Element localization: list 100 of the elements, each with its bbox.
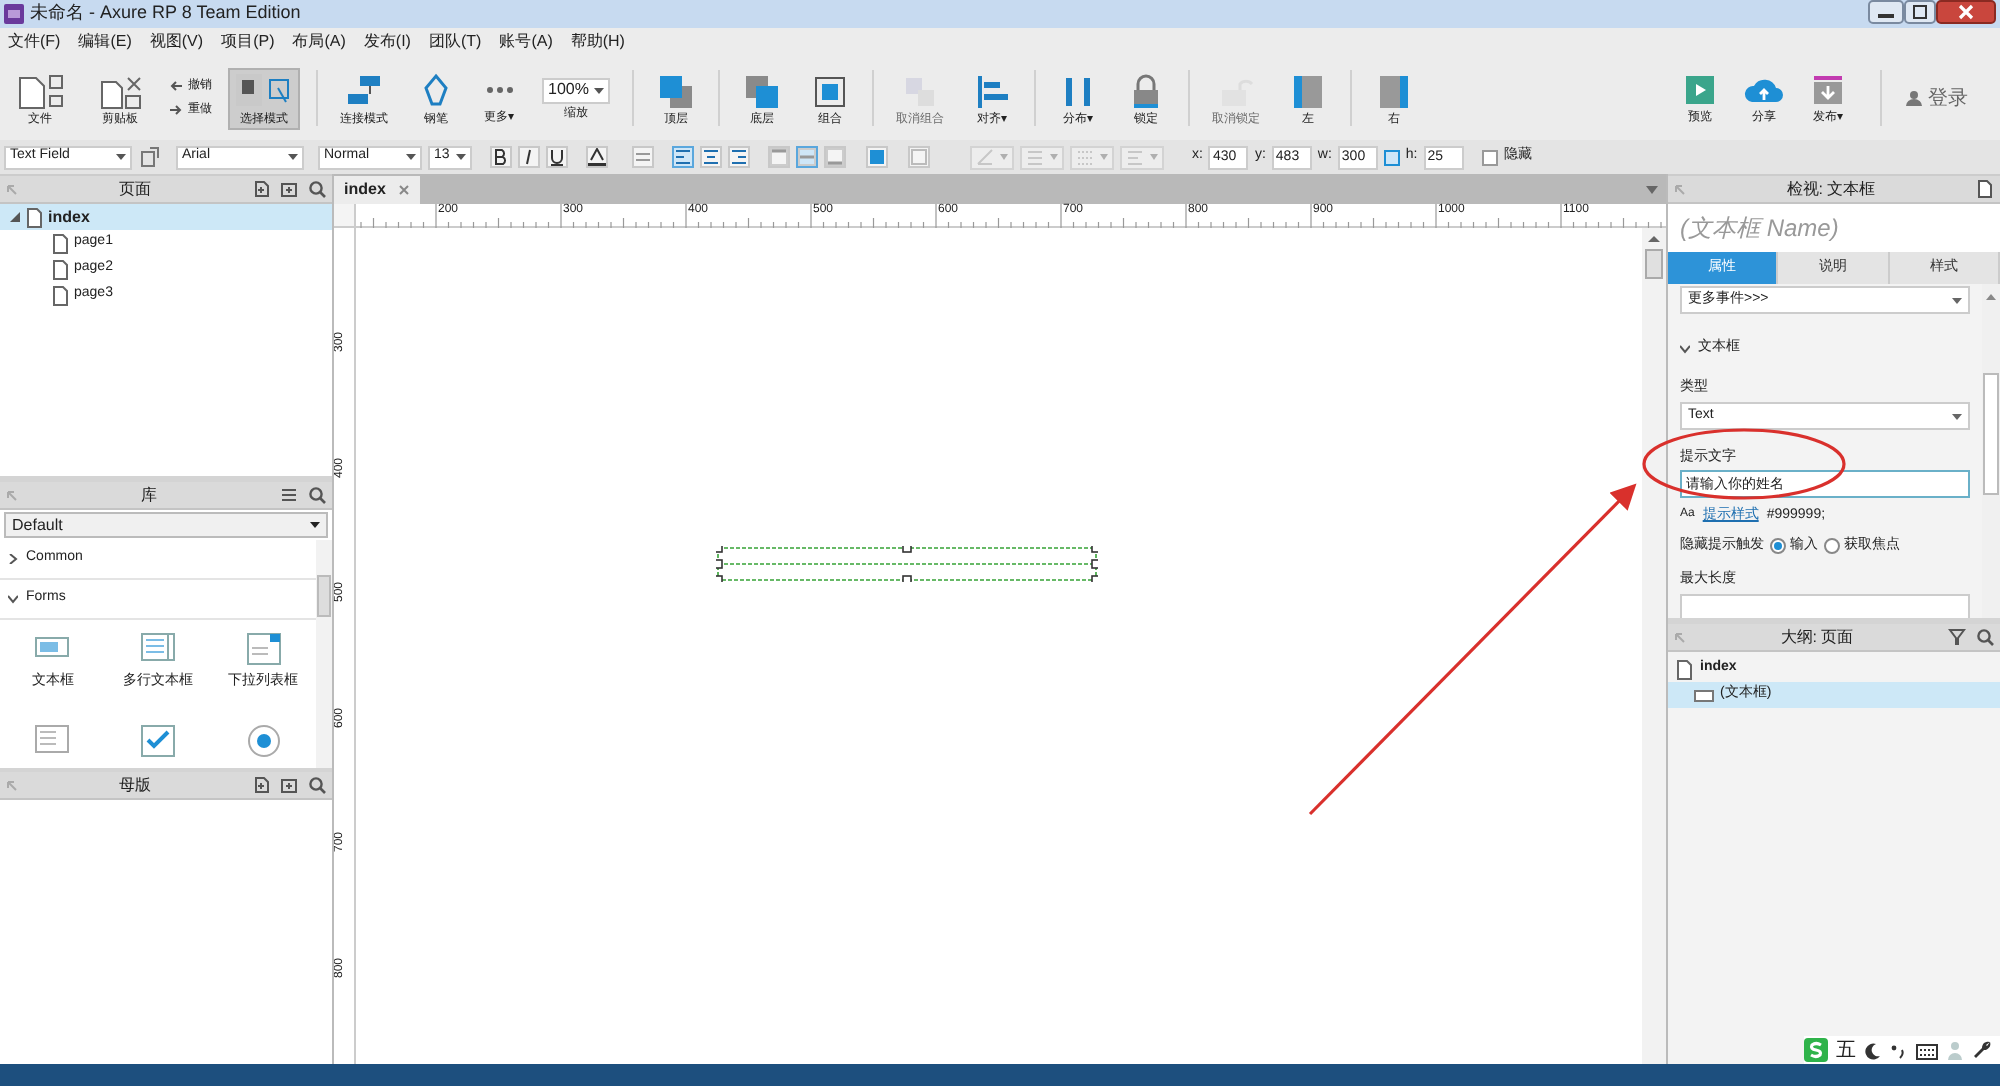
login-button[interactable]: 登录 — [1898, 83, 1976, 113]
fill-color-button[interactable] — [866, 146, 888, 168]
text-align-icon — [702, 148, 720, 166]
add-folder-icon[interactable] — [280, 776, 298, 794]
minimize-icon[interactable] — [1868, 0, 1904, 24]
lines-icon — [1126, 148, 1144, 166]
border-color-icon — [910, 148, 928, 166]
menu-item[interactable]: 发布(I) — [363, 34, 411, 50]
add-folder-icon[interactable] — [280, 180, 298, 198]
maximize-icon[interactable] — [1904, 0, 1936, 24]
vertical-align-icon — [798, 148, 816, 166]
page-icon[interactable] — [1976, 180, 1994, 198]
caret-icon[interactable] — [1646, 186, 1658, 194]
selected-text-field[interactable] — [718, 548, 1096, 580]
redo-icon — [168, 104, 184, 116]
ime-logo-icon[interactable] — [1804, 1038, 1828, 1062]
more-icon — [485, 86, 513, 94]
text-align-icon — [674, 148, 692, 166]
menu-icon[interactable] — [280, 486, 298, 504]
group-icon — [810, 71, 850, 109]
text-align-button[interactable] — [728, 146, 750, 168]
page-icon — [1676, 659, 1692, 679]
bullet-button[interactable] — [632, 146, 654, 168]
panel-title: 母版 — [117, 773, 153, 797]
document-icon — [14, 71, 66, 109]
chevron-icon — [8, 594, 18, 604]
underline-icon — [548, 148, 566, 166]
dropdown-list-icon[interactable] — [245, 632, 282, 666]
caret-icon — [1952, 297, 1962, 303]
wrench-icon[interactable] — [1972, 1040, 1992, 1060]
zoom-dropdown[interactable]: 100% — [542, 77, 610, 103]
expander-icon[interactable] — [10, 212, 20, 222]
menu-item[interactable]: 编辑(E) — [78, 34, 132, 50]
document-tab[interactable]: index — [334, 176, 420, 204]
library-dropdown[interactable]: Default — [4, 512, 328, 538]
scrollbar[interactable] — [1642, 228, 1666, 1064]
underline-button[interactable] — [546, 146, 568, 168]
filter-icon[interactable] — [1948, 628, 1966, 646]
connector-icon — [344, 71, 384, 109]
italic-button[interactable] — [518, 146, 540, 168]
menu-item[interactable]: 团队(T) — [428, 34, 482, 50]
keyboard-icon[interactable] — [1916, 1041, 1938, 1059]
moon-icon[interactable] — [1864, 1041, 1882, 1059]
punctuation-icon[interactable] — [1890, 1041, 1908, 1059]
link-icon[interactable] — [1383, 149, 1400, 165]
radio-button-icon[interactable] — [245, 724, 282, 758]
layers-icon — [742, 71, 782, 109]
user-icon — [1906, 90, 1922, 106]
search-icon[interactable] — [1976, 628, 1994, 646]
border-color-button[interactable] — [908, 146, 930, 168]
search-icon[interactable] — [308, 486, 326, 504]
chevron-icon — [8, 554, 18, 564]
bold-button[interactable] — [490, 146, 512, 168]
format-painter-icon[interactable] — [138, 146, 162, 168]
vertical-align-icon — [770, 148, 788, 166]
page-tree-item[interactable]: index — [0, 204, 332, 230]
vertical-align-button[interactable] — [824, 146, 846, 168]
menu-item[interactable]: 文件(F) — [8, 34, 61, 50]
menu-item[interactable]: 帮助(H) — [570, 34, 625, 50]
play-icon — [1680, 72, 1720, 108]
download-icon — [1808, 72, 1848, 108]
search-icon[interactable] — [308, 180, 326, 198]
bold-icon — [492, 148, 510, 166]
vertical-align-button[interactable] — [768, 146, 790, 168]
caret-icon — [116, 154, 126, 160]
undo-icon — [168, 80, 184, 92]
bullet-icon — [634, 148, 652, 166]
panel-icon — [1374, 71, 1414, 109]
panel-title: 页面 — [117, 177, 153, 201]
fill-color-icon — [868, 148, 886, 166]
scrollbar[interactable] — [316, 540, 332, 768]
menu-item[interactable]: 账号(A) — [499, 34, 553, 50]
text-align-button[interactable] — [700, 146, 722, 168]
vertical-align-icon — [826, 148, 844, 166]
text-align-button[interactable] — [672, 146, 694, 168]
list-box-icon[interactable] — [34, 724, 71, 758]
max-length-field[interactable] — [1680, 594, 1970, 618]
text-align-icon — [730, 148, 748, 166]
text-area-icon[interactable] — [139, 632, 176, 666]
panel-title: 大纲: 页面 — [1778, 625, 1856, 649]
lines-icon — [1026, 148, 1044, 166]
input-mode-label[interactable]: 五 — [1836, 1035, 1856, 1065]
search-icon[interactable] — [308, 776, 326, 794]
text-field-icon — [1694, 689, 1714, 701]
caret-icon — [1952, 413, 1962, 419]
add-page-icon[interactable] — [252, 776, 270, 794]
menu-item[interactable]: 布局(A) — [292, 34, 346, 50]
menu-item[interactable]: 视图(V) — [149, 34, 204, 50]
add-page-icon[interactable] — [252, 180, 270, 198]
caret-icon — [1100, 154, 1108, 160]
menu-item[interactable]: 项目(P) — [221, 34, 275, 50]
hidden-checkbox[interactable] — [1481, 149, 1498, 165]
caret-icon — [456, 154, 466, 160]
checkbox-icon[interactable] — [139, 724, 176, 758]
caret-icon — [1050, 154, 1058, 160]
vertical-align-button[interactable] — [796, 146, 818, 168]
font-color-button[interactable] — [586, 146, 608, 168]
dashed-lines-icon — [1076, 148, 1094, 166]
panel-title: 库 — [139, 483, 159, 507]
close-icon[interactable] — [1936, 0, 1996, 24]
